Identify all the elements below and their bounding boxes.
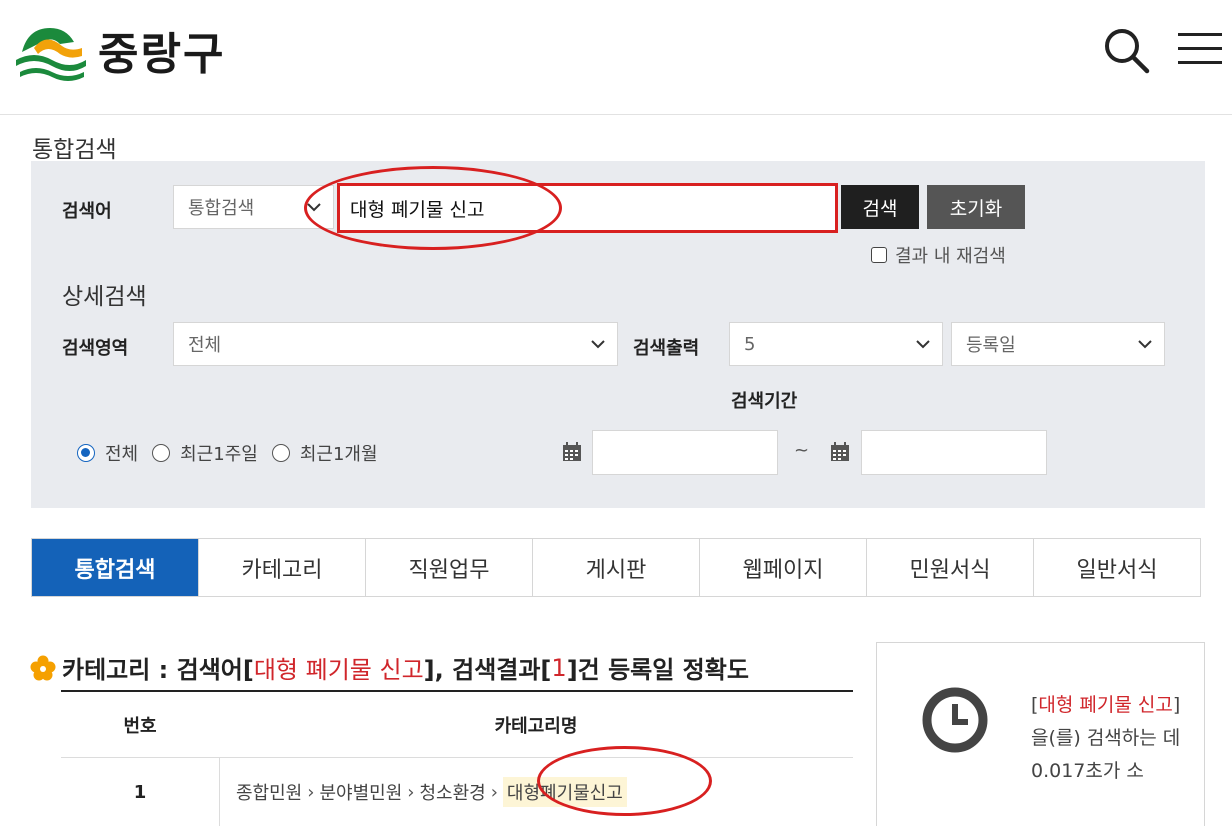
date-separator: ~ [794,440,810,461]
period-label: 검색기간 [731,391,798,412]
area-select[interactable]: 전체 [173,322,618,366]
table-header-row: 번호 카테고리명 [61,692,853,758]
tab-civil-form[interactable]: 민원서식 [866,539,1033,596]
start-date-input[interactable] [592,430,778,475]
column-header-no: 번호 [123,715,157,737]
calendar-icon[interactable] [562,442,582,462]
search-scope-value: 통합검색 [188,198,255,219]
reset-button[interactable]: 초기화 [927,185,1025,229]
logo[interactable]: 중랑구 [12,14,225,86]
sort-select[interactable]: 등록일 [951,322,1165,366]
result-mid: ], 검색결과[ [423,656,552,684]
jungnang-logo-icon [16,28,86,81]
page-title: 통합검색 [32,137,117,163]
calendar-icon[interactable] [830,442,850,462]
chevron-down-icon [591,340,605,349]
path-segment[interactable]: 청소환경 [419,779,485,805]
result-table: 번호 카테고리명 1 종합민원 › 분야별민원 › 청소환경 › 대형폐기물신고 [61,690,853,826]
radio-1month[interactable] [271,444,290,462]
tab-staff-work[interactable]: 직원업무 [365,539,532,596]
area-label: 검색영역 [62,338,129,359]
checkbox-box[interactable] [871,247,887,263]
chevron-right-icon: › [407,781,415,803]
result-heading: 카테고리 : 검색어[ 대형 폐기물 신고 ], 검색결과[ 1 ]건 등록일 … [30,650,749,685]
logo-text: 중랑구 [98,29,226,80]
search-button[interactable]: 검색 [841,185,919,229]
path-segment[interactable]: 분야별민원 [319,779,402,805]
tab-integrated[interactable]: 통합검색 [32,539,198,596]
radio-1week[interactable] [152,444,171,462]
site-header: 중랑구 [0,0,1232,115]
chevron-down-icon [916,340,930,349]
result-tabs: 통합검색 카테고리 직원업무 게시판 웹페이지 민원서식 일반서식 [31,538,1201,597]
chevron-right-icon: › [490,781,498,803]
clock-icon [922,687,988,753]
radio-all-label: 전체 [105,444,139,465]
search-input[interactable]: 대형 폐기물 신고 [337,183,838,233]
flower-bullet-icon [30,655,56,680]
search-input-value: 대형 폐기물 신고 [350,198,485,221]
chevron-right-icon: › [307,781,315,803]
radio-1month-label: 최근1개월 [299,444,378,465]
research-label: 결과 내 재검색 [895,246,1006,267]
keyword-label: 검색어 [62,201,112,222]
result-prefix: 카테고리 : 검색어[ [62,656,254,684]
hamburger-menu-icon[interactable] [1178,32,1222,66]
search-scope-select[interactable]: 통합검색 [173,185,334,229]
sidebar-keyword: 대형 폐기물 신고 [1038,694,1173,716]
tab-webpage[interactable]: 웹페이지 [699,539,866,596]
detail-search-title: 상세검색 [62,284,147,310]
radio-all[interactable] [77,444,95,462]
tab-board[interactable]: 게시판 [532,539,699,596]
category-path[interactable]: 종합민원 › 분야별민원 › 청소환경 › 대형폐기물신고 [219,758,853,826]
end-date-input[interactable] [861,430,1047,475]
chevron-down-icon [307,203,321,212]
path-segment[interactable]: 종합민원 [236,779,302,805]
area-select-value: 전체 [188,335,222,356]
output-select-value: 5 [744,333,756,355]
radio-1week-label: 최근1주일 [180,444,258,465]
result-count: 1 [551,653,567,682]
output-label: 검색출력 [633,338,700,359]
output-select[interactable]: 5 [729,322,943,366]
tab-general-form[interactable]: 일반서식 [1033,539,1200,596]
tab-category[interactable]: 카테고리 [198,539,365,596]
search-time-box: [대형 폐기물 신고]을(를) 검색하는 데 0.017초가 소 [876,642,1205,826]
sort-select-value: 등록일 [966,335,1016,356]
result-keyword: 대형 폐기물 신고 [253,656,424,684]
row-no: 1 [133,781,147,803]
search-time-text: [대형 폐기물 신고]을(를) 검색하는 데 0.017초가 소 [1031,689,1181,788]
research-checkbox[interactable]: 결과 내 재검색 [871,242,1006,268]
period-radio-group: 전체 최근1주일 최근1개월 [77,440,392,466]
highlight-category[interactable]: 대형폐기물신고 [502,777,627,807]
result-suffix: ]건 등록일 정확도 [566,656,749,684]
chevron-down-icon [1138,340,1152,349]
column-header-category: 카테고리명 [494,715,578,737]
table-row: 1 종합민원 › 분야별민원 › 청소환경 › 대형폐기물신고 [61,758,853,826]
search-icon[interactable] [1102,26,1150,74]
